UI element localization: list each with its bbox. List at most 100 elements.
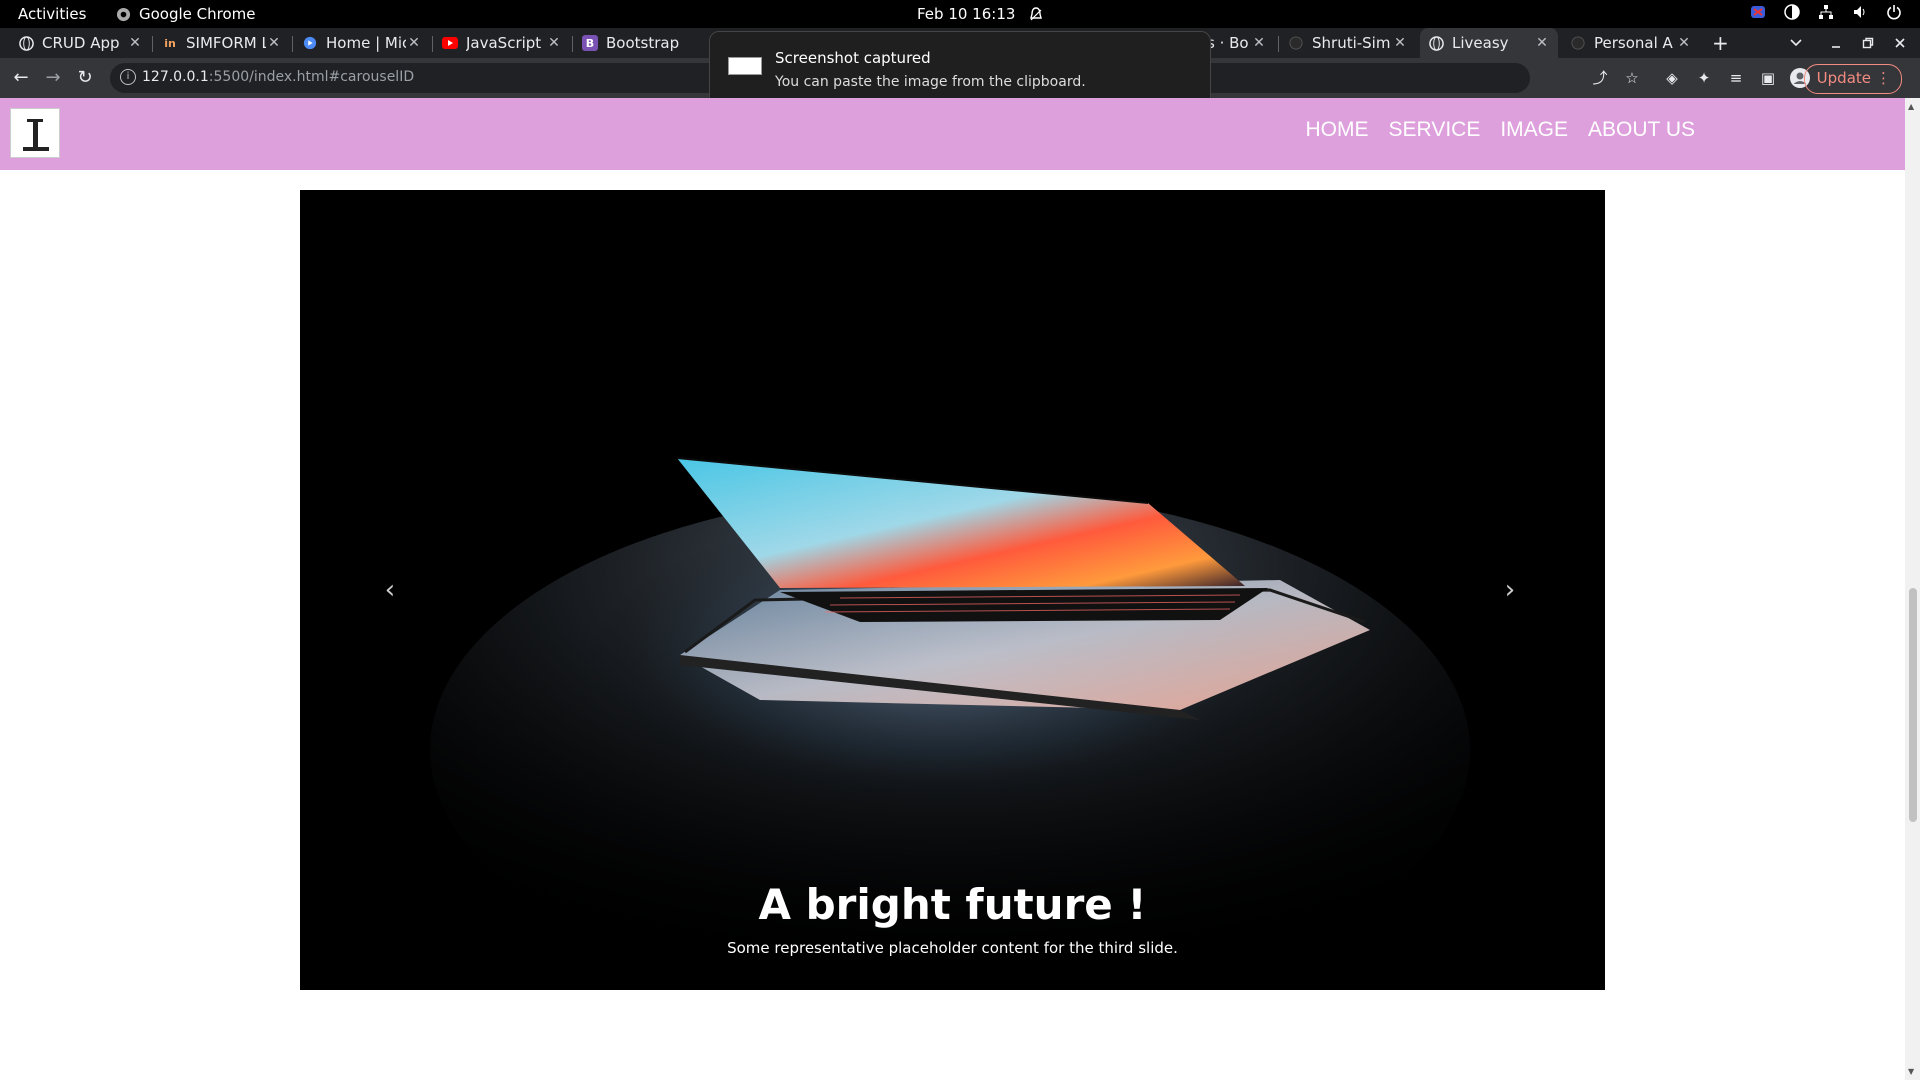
tab-simform[interactable]: in SIMFORM L ✕ bbox=[162, 28, 282, 58]
chevron-right-icon: › bbox=[1504, 575, 1516, 605]
close-window-button[interactable] bbox=[1894, 28, 1910, 58]
more-menu-icon[interactable]: ⋮ bbox=[1876, 65, 1891, 92]
site-menu: HOME SERVICE IMAGE ABOUT US bbox=[1306, 118, 1695, 142]
tab-personal[interactable]: Personal A ✕ bbox=[1570, 28, 1692, 58]
back-button[interactable]: ← bbox=[9, 66, 33, 90]
info-icon[interactable]: i bbox=[120, 69, 136, 85]
tab-title: s · Bo bbox=[1207, 34, 1249, 52]
close-icon[interactable]: ✕ bbox=[1676, 35, 1692, 51]
close-icon[interactable]: ✕ bbox=[406, 35, 422, 51]
tab-title: Shruti-Sim bbox=[1312, 34, 1391, 52]
caption-title: A bright future ! bbox=[758, 880, 1147, 929]
tab-javascript[interactable]: JavaScript ✕ bbox=[442, 28, 562, 58]
page-scrollbar[interactable]: ▲ ▼ bbox=[1905, 98, 1920, 1080]
night-light-icon bbox=[1784, 4, 1800, 20]
site-navbar: HOME SERVICE IMAGE ABOUT US bbox=[0, 98, 1905, 170]
tab-separator bbox=[572, 36, 573, 52]
update-label: Update bbox=[1816, 69, 1871, 87]
minimize-button[interactable] bbox=[1830, 28, 1846, 58]
globe-icon bbox=[18, 35, 34, 51]
extension-icon[interactable]: ◈ bbox=[1662, 68, 1682, 88]
tab-crud-app[interactable]: CRUD App ✕ bbox=[18, 28, 143, 58]
carousel-caption: A bright future ! Some representative pl… bbox=[300, 880, 1605, 957]
tab-bo[interactable]: s · Bo ✕ bbox=[1207, 28, 1267, 58]
tab-separator bbox=[292, 36, 293, 52]
logo-bar bbox=[33, 119, 38, 147]
flag-icon bbox=[1751, 6, 1765, 18]
app-menu[interactable]: Google Chrome bbox=[116, 5, 256, 23]
close-icon[interactable]: ✕ bbox=[1251, 35, 1267, 51]
bookmark-star-icon[interactable]: ☆ bbox=[1622, 68, 1642, 88]
nav-about-us[interactable]: ABOUT US bbox=[1588, 118, 1695, 142]
power-icon bbox=[1887, 5, 1901, 20]
tab-title: Home | Mic bbox=[326, 34, 406, 52]
clock[interactable]: Feb 10 16:13 bbox=[917, 5, 1043, 23]
tab-liveasy[interactable]: Liveasy ✕ bbox=[1420, 28, 1558, 58]
url-host: 127.0.0.1 bbox=[142, 69, 209, 85]
url-text: 127.0.0.1:5500/index.html#carouselID bbox=[142, 69, 414, 85]
close-icon[interactable]: ✕ bbox=[546, 35, 562, 51]
close-icon[interactable]: ✕ bbox=[1534, 35, 1550, 51]
app-name: Google Chrome bbox=[139, 5, 256, 23]
scroll-up-arrow-icon[interactable]: ▲ bbox=[1908, 102, 1914, 111]
tab-home-mic[interactable]: Home | Mic ✕ bbox=[302, 28, 422, 58]
close-icon[interactable]: ✕ bbox=[1392, 35, 1408, 51]
share-icon[interactable]: ⤴ bbox=[1590, 68, 1610, 88]
url-path: :5500/index.html#carouselID bbox=[208, 69, 415, 85]
carousel-prev-button[interactable]: ‹ bbox=[370, 570, 410, 610]
site-logo[interactable] bbox=[10, 108, 60, 158]
carousel-next-button[interactable]: › bbox=[1490, 570, 1530, 610]
chevron-down-icon bbox=[1790, 39, 1802, 47]
tab-title: JavaScript bbox=[466, 34, 542, 52]
bell-icon bbox=[1030, 6, 1043, 20]
notification-title: Screenshot captured bbox=[775, 49, 931, 67]
forward-arrow-icon: → bbox=[45, 67, 61, 88]
system-top-bar: Activities Google Chrome Feb 10 16:13 bbox=[0, 0, 1920, 28]
tab-separator bbox=[1278, 36, 1279, 52]
tab-title: Bootstrap bbox=[606, 34, 680, 52]
reload-icon: ↻ bbox=[77, 67, 93, 88]
chrome-icon bbox=[116, 7, 131, 21]
close-icon[interactable]: ✕ bbox=[266, 35, 282, 51]
system-tray[interactable] bbox=[1750, 4, 1902, 20]
extensions-puzzle-icon[interactable]: ✦ bbox=[1694, 68, 1714, 88]
volume-icon bbox=[1854, 6, 1865, 18]
network-icon bbox=[1819, 5, 1833, 19]
carousel: ‹ › A bright future ! Some representativ… bbox=[300, 190, 1605, 990]
side-panel-icon[interactable]: ▣ bbox=[1758, 68, 1778, 88]
tab-title: SIMFORM L bbox=[186, 34, 266, 52]
nav-home[interactable]: HOME bbox=[1306, 118, 1369, 142]
bootstrap-icon: B bbox=[582, 35, 598, 51]
tab-title: CRUD App bbox=[42, 34, 120, 52]
scroll-down-arrow-icon[interactable]: ▼ bbox=[1908, 1067, 1914, 1076]
restore-icon bbox=[1862, 37, 1874, 49]
github-icon bbox=[1570, 35, 1586, 51]
tab-search-button[interactable] bbox=[1790, 28, 1806, 58]
globe-icon bbox=[1428, 35, 1444, 51]
close-icon[interactable]: ✕ bbox=[127, 35, 143, 51]
youtube-icon bbox=[442, 35, 458, 51]
tab-separator bbox=[152, 36, 153, 52]
tab-bootstrap[interactable]: B Bootstrap bbox=[582, 28, 702, 58]
caption-text: Some representative placeholder content … bbox=[727, 939, 1178, 957]
reload-button[interactable]: ↻ bbox=[73, 66, 97, 90]
logo-bar bbox=[23, 147, 49, 151]
update-button[interactable]: Update ⋮ bbox=[1803, 64, 1902, 94]
nav-image[interactable]: IMAGE bbox=[1500, 118, 1568, 142]
reading-list-icon[interactable]: ≡ bbox=[1726, 68, 1746, 88]
home-icon bbox=[302, 35, 318, 51]
forward-button[interactable]: → bbox=[41, 66, 65, 90]
screenshot-thumbnail-icon bbox=[728, 57, 762, 75]
close-icon bbox=[1895, 38, 1905, 48]
simform-icon: in bbox=[164, 36, 176, 50]
new-tab-button[interactable]: + bbox=[1712, 28, 1732, 58]
nav-service[interactable]: SERVICE bbox=[1389, 118, 1481, 142]
tab-separator bbox=[432, 36, 433, 52]
back-arrow-icon: ← bbox=[13, 67, 29, 88]
tab-shruti[interactable]: Shruti-Sim ✕ bbox=[1288, 28, 1408, 58]
scrollbar-thumb[interactable] bbox=[1909, 588, 1917, 822]
chevron-left-icon: ‹ bbox=[384, 575, 396, 605]
activities-button[interactable]: Activities bbox=[18, 5, 86, 23]
restore-button[interactable] bbox=[1862, 28, 1878, 58]
tab-title: Liveasy bbox=[1452, 34, 1509, 52]
